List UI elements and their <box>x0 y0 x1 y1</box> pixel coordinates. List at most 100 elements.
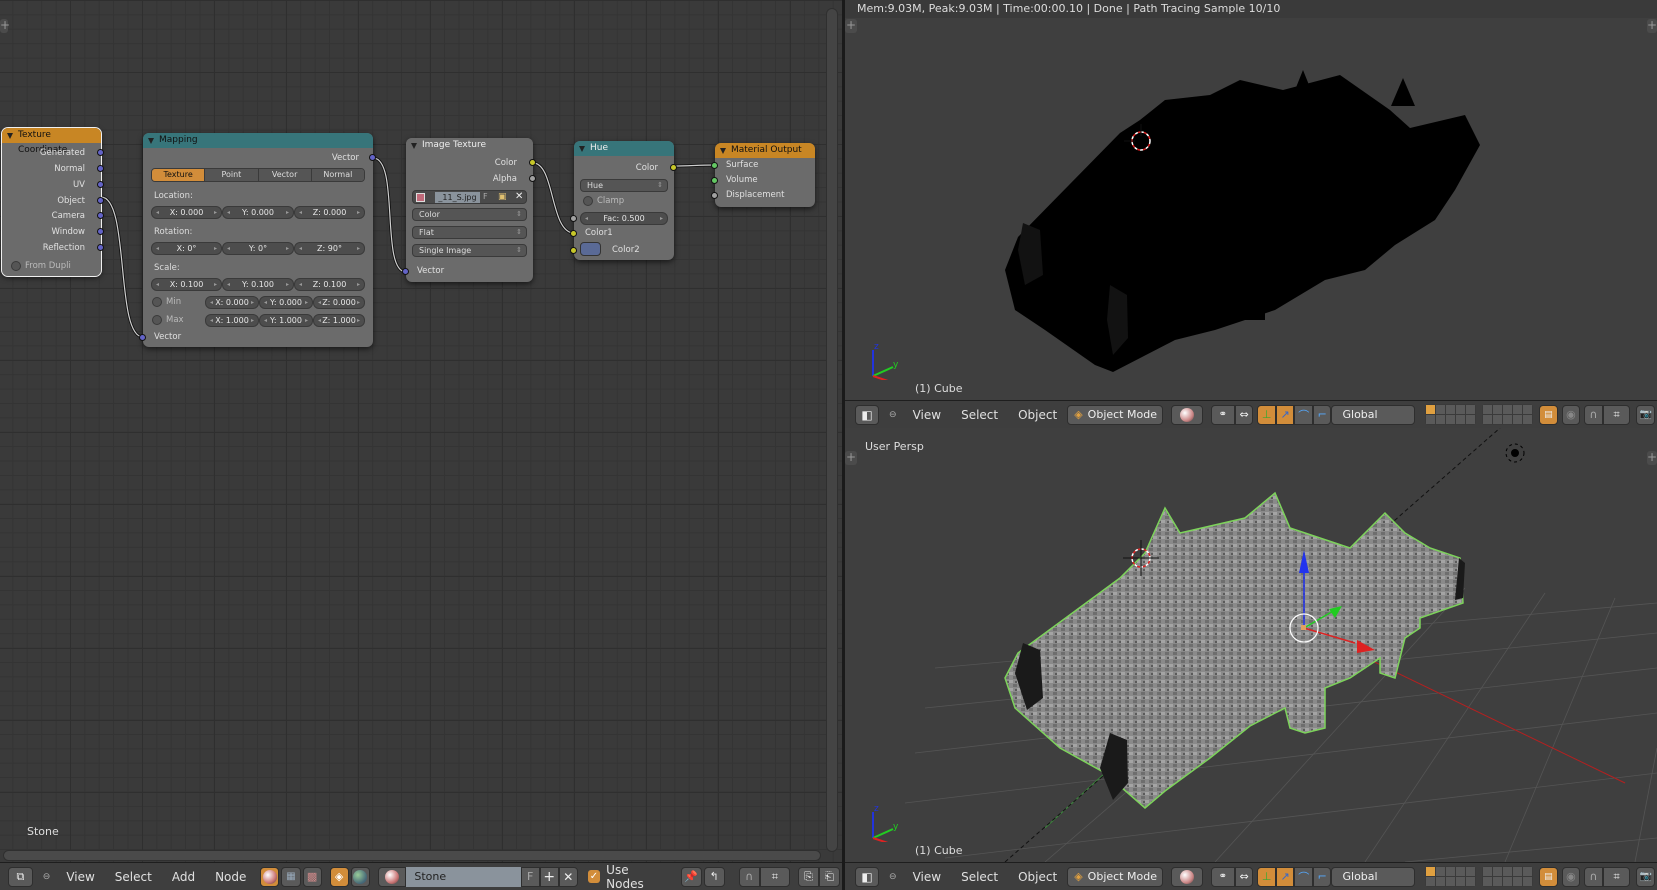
max-checkbox[interactable] <box>152 315 162 325</box>
menu-view[interactable]: View <box>903 870 951 884</box>
max-x-field[interactable]: ◂ X: 1.000 ▸ <box>205 314 259 327</box>
pivot-point-dropdown[interactable]: ⚭ <box>1210 404 1235 425</box>
viewport-shading-dropdown[interactable] <box>1171 404 1203 425</box>
socket-vector-out[interactable] <box>369 154 376 161</box>
menu-view[interactable]: View <box>56 870 104 884</box>
proportional-edit-button[interactable]: ◉ <box>1561 404 1581 425</box>
min-y-field[interactable]: ◂ Y: 0.000 ▸ <box>259 296 313 309</box>
clamp-checkbox[interactable] <box>583 196 593 206</box>
object-shader-button[interactable]: ◈ <box>329 866 349 887</box>
snap-toggle[interactable]: ∩ <box>1584 866 1603 887</box>
image-browse-icon[interactable] <box>416 193 425 202</box>
layers-grid-2[interactable] <box>1482 866 1534 887</box>
menu-add[interactable]: Add <box>162 870 205 884</box>
socket-displacement-in[interactable] <box>711 192 718 199</box>
socket-color-out[interactable] <box>670 164 677 171</box>
scale-manipulator[interactable]: ⌐ <box>1312 404 1332 425</box>
from-dupli-checkbox[interactable] <box>11 261 21 271</box>
lock-layers-button[interactable]: ▤ <box>1539 404 1558 425</box>
compositing-nodes-button[interactable]: ▦ <box>281 866 301 887</box>
collapse-menu-icon[interactable]: ⊖ <box>889 410 897 420</box>
rotation-x-field[interactable]: ◂ X: 0° ▸ <box>151 242 222 255</box>
socket-vector-in[interactable] <box>402 268 409 275</box>
node-canvas[interactable]: Texture Coordinate Generated Normal UV O… <box>0 0 842 862</box>
max-y-field[interactable]: ◂ Y: 1.000 ▸ <box>259 314 313 327</box>
layers-grid-1[interactable] <box>1425 404 1477 425</box>
translate-manipulator[interactable]: ⊥ <box>1257 866 1276 887</box>
menu-view[interactable]: View <box>903 408 951 422</box>
pin-button[interactable]: 📌 <box>680 866 702 887</box>
textured-viewport[interactable]: User Persp + + z y (1) Cube <box>845 428 1657 862</box>
max-z-field[interactable]: ◂ Z: 1.000 ▸ <box>313 314 365 327</box>
mode-dropdown[interactable]: ◈ Object Mode <box>1067 404 1164 425</box>
render-opengl-button[interactable]: 📷 <box>1636 866 1655 887</box>
layers-grid-1[interactable] <box>1425 866 1477 887</box>
scale-manipulator[interactable]: ⌐ <box>1312 866 1332 887</box>
vertical-scrollbar[interactable] <box>826 8 838 852</box>
editor-type-button[interactable]: ⧉ <box>8 866 33 887</box>
min-checkbox[interactable] <box>152 297 162 307</box>
color-space-dropdown[interactable]: Color <box>412 208 527 221</box>
node-header[interactable]: Image Texture <box>406 138 533 153</box>
source-dropdown[interactable]: Single Image <box>412 244 527 257</box>
new-material-button[interactable]: + <box>539 866 559 887</box>
node-mapping[interactable]: Mapping Vector Texture Point Vector Norm… <box>139 133 376 347</box>
unlink-material-button[interactable]: ✕ <box>558 866 578 887</box>
location-y-field[interactable]: ◂ Y: 0.000 ▸ <box>222 206 294 219</box>
socket-alpha-out[interactable] <box>529 175 536 182</box>
menu-select[interactable]: Select <box>105 870 162 884</box>
horizontal-scrollbar[interactable] <box>3 850 821 861</box>
snap-toggle[interactable]: ∩ <box>738 866 760 887</box>
projection-dropdown[interactable]: Flat <box>412 226 527 239</box>
orientation-dropdown[interactable]: Global <box>1331 866 1416 887</box>
tab-texture[interactable]: Texture <box>152 169 206 181</box>
menu-object[interactable]: Object <box>1008 408 1067 422</box>
menu-select[interactable]: Select <box>951 408 1008 422</box>
tab-normal[interactable]: Normal <box>311 169 364 181</box>
toolbar-expand-icon[interactable]: + <box>0 19 10 33</box>
render-opengl-button[interactable]: 📷 <box>1636 404 1655 425</box>
material-name-field[interactable]: Stone <box>406 866 521 887</box>
blend-type-dropdown[interactable]: Hue <box>580 179 668 192</box>
lock-layers-button[interactable]: ▤ <box>1539 866 1558 887</box>
scale-x-field[interactable]: ◂ X: 0.100 ▸ <box>151 278 222 291</box>
socket-color2-in[interactable] <box>570 247 577 254</box>
socket-generated[interactable] <box>97 149 104 156</box>
rotate-manipulator[interactable]: ↗ <box>1275 866 1295 887</box>
manipulator-toggle[interactable]: ⇔ <box>1234 866 1254 887</box>
image-name-field[interactable]: _11_S.jpg <box>435 192 480 203</box>
node-header[interactable]: Hue <box>574 141 674 156</box>
texture-nodes-button[interactable]: ▩ <box>302 866 322 887</box>
fac-field[interactable]: ◂ Fac: 0.500 ▸ <box>580 212 668 225</box>
menu-object[interactable]: Object <box>1008 870 1067 884</box>
manipulator-toggle[interactable]: ⇔ <box>1234 404 1254 425</box>
fake-user-button[interactable]: F <box>520 866 540 887</box>
arc-manipulator[interactable]: ⌒ <box>1294 866 1313 887</box>
rendered-viewport[interactable]: Mem:9.03M, Peak:9.03M | Time:00:00.10 | … <box>845 0 1657 400</box>
world-shader-button[interactable] <box>350 866 370 887</box>
open-image-icon[interactable]: ▣ <box>498 191 507 203</box>
use-nodes-checkbox[interactable]: ✓ <box>587 870 601 883</box>
node-header[interactable]: Texture Coordinate <box>2 128 101 155</box>
viewport-shading-dropdown[interactable] <box>1171 866 1203 887</box>
collapse-menu-icon[interactable]: ⊖ <box>889 872 897 882</box>
node-image-texture[interactable]: Image Texture Color Alpha _11_S.jpg F ▣ … <box>402 138 536 282</box>
node-material-output[interactable]: Material Output Surface Volume Displacem… <box>711 143 815 207</box>
collapse-menu-icon[interactable]: ⊖ <box>43 872 51 882</box>
arc-manipulator[interactable]: ⌒ <box>1294 404 1313 425</box>
browse-material-button[interactable] <box>377 866 407 887</box>
socket-color1-in[interactable] <box>570 230 577 237</box>
tab-vector[interactable]: Vector <box>258 169 312 181</box>
menu-select[interactable]: Select <box>951 870 1008 884</box>
orientation-dropdown[interactable]: Global <box>1331 404 1416 425</box>
rotation-y-field[interactable]: ◂ Y: 0° ▸ <box>222 242 294 255</box>
location-z-field[interactable]: ◂ Z: 0.000 ▸ <box>294 206 365 219</box>
min-x-field[interactable]: ◂ X: 0.000 ▸ <box>205 296 259 309</box>
color2-swatch[interactable] <box>580 242 601 256</box>
proportional-edit-button[interactable]: ◉ <box>1561 866 1581 887</box>
socket-object[interactable] <box>97 197 104 204</box>
scale-y-field[interactable]: ◂ Y: 0.100 ▸ <box>222 278 294 291</box>
snap-element-dropdown[interactable]: ⌗ <box>1602 866 1631 887</box>
node-hue[interactable]: Hue Color Hue Clamp ◂Fac: 0.500▸ Color1 … <box>570 141 677 260</box>
menu-node[interactable]: Node <box>205 870 256 884</box>
